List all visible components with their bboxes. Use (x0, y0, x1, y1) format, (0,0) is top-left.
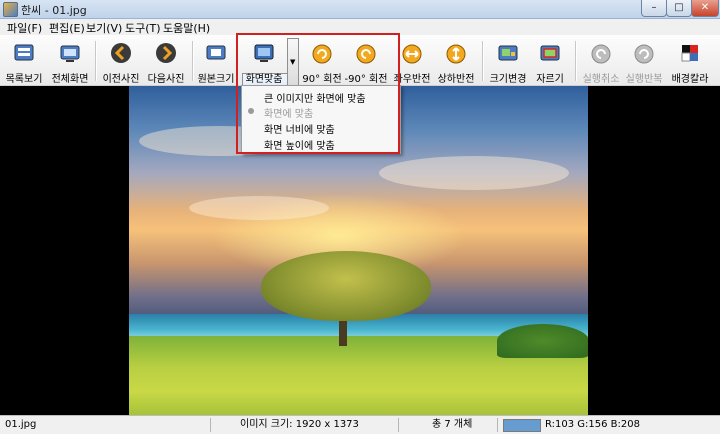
photo-tree-crown (261, 251, 431, 321)
radio-selected-icon (248, 108, 254, 114)
fit-screen-button[interactable]: 화면맞춤 (243, 39, 285, 85)
title-bar: 한씨 - 01.jpg – □ ✕ (0, 0, 720, 19)
fit-height-label: 화면 높이에 맞춤 (264, 141, 335, 152)
status-bar: 01.jpg 이미지 크기: 1920 x 1373 총 7 개체 R:103 … (0, 415, 720, 434)
rotate-minus-90-button[interactable]: -90° 회전 (345, 39, 387, 85)
color-palette-icon (681, 45, 698, 62)
list-view-button[interactable]: 목록보기 (4, 39, 44, 85)
menu-tools[interactable]: 도구(T) (122, 20, 164, 36)
prev-photo-button[interactable]: 이전사진 (101, 39, 141, 85)
redo-button[interactable]: 실행반복 (624, 39, 664, 85)
minimize-button[interactable]: – (641, 0, 667, 17)
flip-horizontal-icon (402, 44, 422, 64)
rotate-ccw-icon (356, 44, 376, 64)
fit-large-only-label: 큰 이미지만 화면에 맞춤 (264, 94, 366, 105)
arrow-left-icon (111, 43, 131, 63)
arrow-right-icon (156, 43, 176, 63)
undo-icon (591, 44, 611, 64)
flip-vertical-icon (446, 44, 466, 64)
fit-screen-label: 화면맞춤 (245, 74, 283, 85)
resize-icon (498, 45, 518, 61)
status-count: 총 7 개체 (432, 419, 473, 430)
pixel-color-swatch (503, 419, 541, 432)
status-pixel-color: R:103 G:156 B:208 (545, 419, 640, 430)
toolbar: 목록보기 전체화면 이전사진 다음사진 원본크기 화면맞춤 ▼ 90° 회전 -… (0, 35, 720, 121)
fit-screen-icon (254, 44, 274, 62)
fit-screen-item-label: 화면에 맞춤 (264, 109, 314, 120)
full-screen-button[interactable]: 전체화면 (50, 39, 90, 85)
rotate-cw-icon (312, 44, 332, 64)
photo-cloud (189, 196, 329, 220)
list-view-icon (14, 44, 34, 61)
fit-width-label: 화면 너비에 맞춤 (264, 125, 335, 136)
maximize-button[interactable]: □ (666, 0, 692, 17)
background-color-label: 배경칼라 (671, 74, 709, 85)
chevron-down-icon: ▼ (290, 58, 296, 66)
fit-screen-item[interactable]: 화면에 맞춤 (242, 104, 400, 120)
fit-height-item[interactable]: 화면 높이에 맞춤 (242, 136, 400, 152)
redo-icon (634, 44, 654, 64)
menu-view[interactable]: 보기(V) (83, 20, 125, 36)
crop-icon (540, 45, 560, 61)
full-screen-icon (60, 45, 80, 62)
status-divider (398, 418, 399, 432)
flip-vertical-label: 상하반전 (437, 74, 475, 85)
original-size-button[interactable]: 원본크기 (196, 39, 236, 85)
crop-button[interactable]: 자르기 (530, 39, 570, 85)
status-filename: 01.jpg (5, 419, 37, 430)
next-photo-button[interactable]: 다음사진 (146, 39, 186, 85)
status-divider (210, 418, 211, 432)
status-divider (497, 418, 498, 432)
menu-bar: 파일(F) 편집(E) 보기(V) 도구(T) 도움말(H) (0, 19, 720, 35)
menu-edit[interactable]: 편집(E) (46, 20, 88, 36)
app-icon[interactable] (3, 2, 18, 17)
photo-bush (497, 324, 588, 358)
background-color-button[interactable]: 배경칼라 (670, 39, 710, 85)
photo-cloud (379, 156, 569, 190)
fit-large-only-item[interactable]: 큰 이미지만 화면에 맞춤 (242, 89, 400, 105)
menu-file[interactable]: 파일(F) (4, 20, 45, 36)
menu-help[interactable]: 도움말(H) (160, 20, 213, 36)
window-title: 한씨 - 01.jpg (21, 4, 87, 17)
status-image-size: 이미지 크기: 1920 x 1373 (240, 419, 359, 430)
close-button[interactable]: ✕ (691, 0, 719, 17)
flip-vertical-button[interactable]: 상하반전 (436, 39, 476, 85)
fit-width-item[interactable]: 화면 너비에 맞춤 (242, 120, 400, 136)
fit-screen-dropdown-menu: 큰 이미지만 화면에 맞춤 화면에 맞춤 화면 너비에 맞춤 화면 높이에 맞춤 (241, 85, 401, 154)
original-size-icon (206, 45, 226, 60)
